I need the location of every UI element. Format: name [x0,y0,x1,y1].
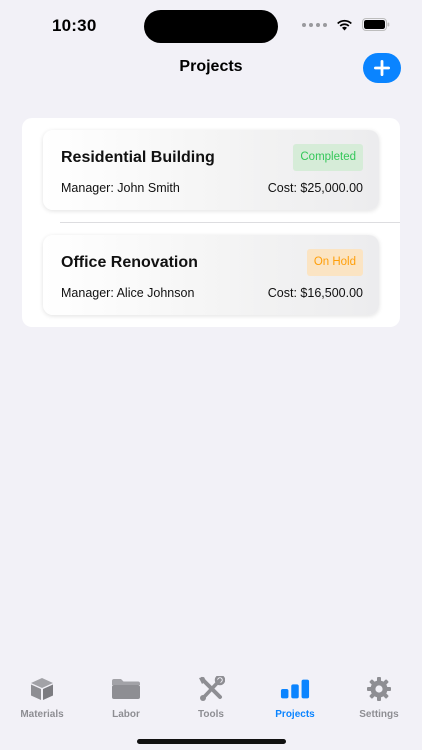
gear-icon [364,676,394,702]
tab-labor[interactable]: Labor [84,676,168,726]
bar-chart-icon [280,676,310,702]
battery-icon [362,18,390,31]
status-badge: Completed [293,144,363,171]
tab-projects[interactable]: Projects [253,676,337,726]
project-cost: Cost: $16,500.00 [267,286,363,300]
project-manager: Manager: John Smith [61,181,180,195]
status-icons [302,18,390,31]
tools-icon [196,676,226,702]
add-project-button[interactable] [363,53,401,83]
tab-bar: Materials Labor Tools Projects Settings [0,676,422,726]
dynamic-island [144,10,278,43]
status-time: 10:30 [52,16,97,35]
tab-label: Materials [20,709,64,720]
box-icon [27,676,57,702]
tab-label: Tools [198,709,224,720]
tab-materials[interactable]: Materials [0,676,84,726]
status-badge: On Hold [306,249,363,276]
project-name: Office Renovation [61,254,198,271]
folder-icon [111,676,141,702]
page-title: Projects [179,58,243,75]
home-indicator[interactable] [137,739,286,744]
screen: 10:30 Projects Residential Building Comp… [0,0,422,750]
tab-label: Settings [359,709,399,720]
list-divider [60,222,400,223]
project-name: Residential Building [61,149,215,166]
tab-label: Projects [275,709,315,720]
project-manager: Manager: Alice Johnson [61,286,195,300]
tab-tools[interactable]: Tools [169,676,253,726]
signal-icon [302,22,327,27]
plus-icon [374,60,390,76]
project-cost: Cost: $25,000.00 [267,181,363,195]
tab-label: Labor [112,709,140,720]
tab-settings[interactable]: Settings [337,676,421,726]
project-list: Residential Building Completed Manager: … [22,118,400,327]
wifi-icon [337,19,352,30]
project-card-residential-building[interactable]: Residential Building Completed Manager: … [43,130,379,210]
project-card-office-renovation[interactable]: Office Renovation On Hold Manager: Alice… [43,235,379,315]
